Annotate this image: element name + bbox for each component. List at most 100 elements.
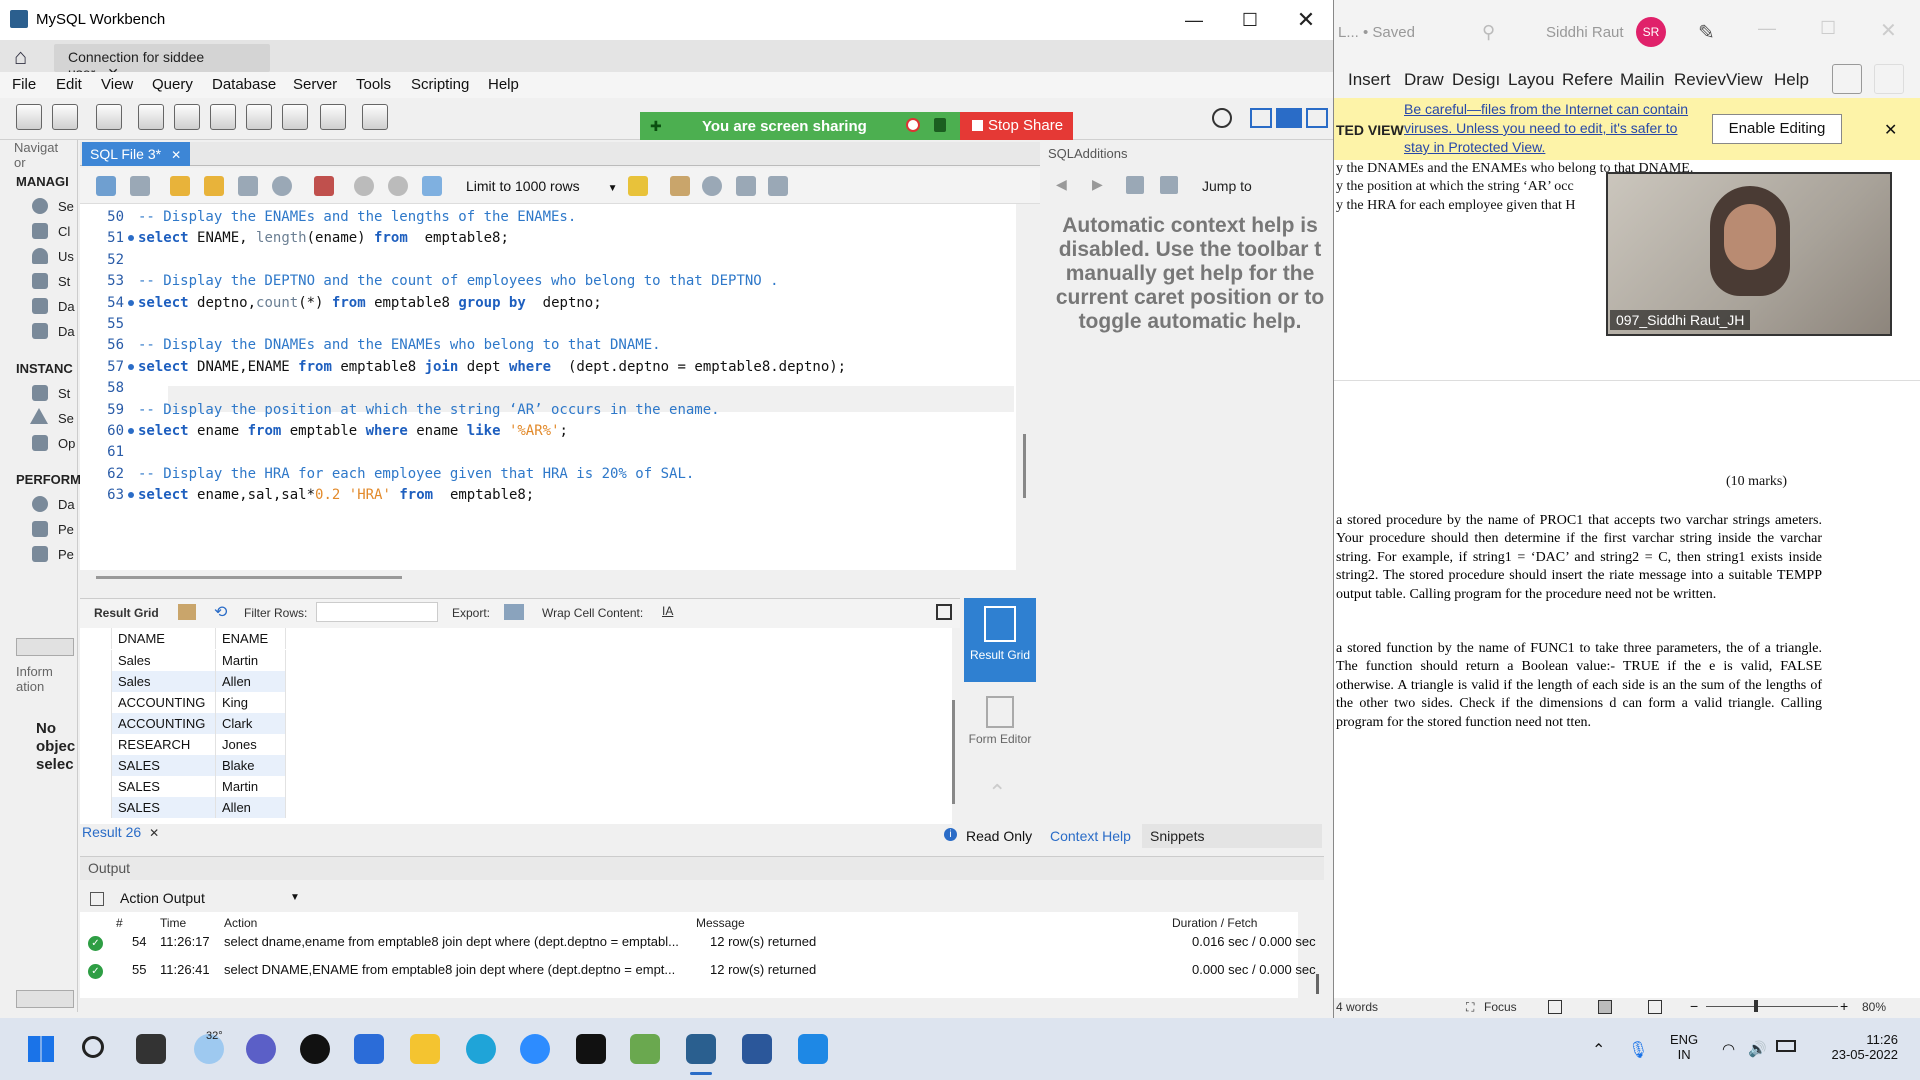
- nav-performance-schema[interactable]: Pe: [58, 547, 74, 562]
- connection-tab[interactable]: Connection for siddee user✕: [54, 44, 270, 81]
- menu-query[interactable]: Query: [152, 76, 193, 93]
- store-icon[interactable]: [354, 1034, 384, 1064]
- close-banner-icon[interactable]: ✕: [1884, 120, 1897, 140]
- grid-row-marker[interactable]: [82, 755, 112, 776]
- nav-performance-reports[interactable]: Pe: [58, 522, 74, 537]
- share-pin-icon[interactable]: ✚: [650, 118, 662, 135]
- inspector-icon[interactable]: [96, 104, 122, 130]
- grid-cell-ename[interactable]: King: [216, 692, 286, 713]
- commit-icon[interactable]: [354, 176, 374, 196]
- close-icon[interactable]: ✕: [1278, 2, 1333, 38]
- grid-row-marker[interactable]: [82, 776, 112, 797]
- zoom-level[interactable]: 80%: [1862, 1000, 1886, 1014]
- grid-cell-dname[interactable]: SALES: [112, 797, 216, 818]
- nav-server-status[interactable]: Se: [58, 199, 74, 214]
- explain-icon[interactable]: [238, 176, 258, 196]
- mic-icon[interactable]: 🎙: [1628, 1040, 1648, 1060]
- bookmark-icon[interactable]: [628, 176, 648, 196]
- web-layout-icon[interactable]: [1648, 1000, 1662, 1014]
- grid-icon[interactable]: [178, 604, 196, 620]
- auto-help-icon[interactable]: [1160, 176, 1178, 194]
- zoom-icon[interactable]: [520, 1034, 550, 1064]
- find-icon[interactable]: [702, 176, 722, 196]
- notepad-plus-icon[interactable]: [630, 1034, 660, 1064]
- export-icon[interactable]: [504, 604, 524, 620]
- ribbon-help[interactable]: Help: [1774, 70, 1809, 90]
- result-grid-cells[interactable]: DNAME ENAME Sales Martin Sales Allen ACCOUNTIN…: [82, 628, 286, 824]
- toggle-navigator-icon[interactable]: [1250, 108, 1272, 128]
- execute-current-icon[interactable]: [204, 176, 224, 196]
- execute-icon[interactable]: [170, 176, 190, 196]
- snippets-tab[interactable]: Snippets: [1142, 824, 1322, 848]
- create-schema-icon[interactable]: [138, 104, 164, 130]
- create-procedure-icon[interactable]: [246, 104, 272, 130]
- toggle-error-icon[interactable]: [314, 176, 334, 196]
- print-layout-icon[interactable]: [1598, 1000, 1612, 1014]
- limit-rows-select[interactable]: Limit to 1000 rows ▼: [466, 178, 618, 194]
- save-icon[interactable]: [130, 176, 150, 196]
- grid-row-marker[interactable]: [82, 671, 112, 692]
- language-indicator[interactable]: ENG IN: [1670, 1032, 1698, 1062]
- home-icon[interactable]: ⌂: [14, 44, 27, 70]
- avatar[interactable]: SR: [1636, 17, 1666, 47]
- ribbon-design[interactable]: Desigı: [1452, 70, 1500, 90]
- file-explorer-icon[interactable]: [410, 1034, 440, 1064]
- grid-cell-ename[interactable]: Martin: [216, 776, 286, 797]
- ribbon-mailings[interactable]: Mailin: [1620, 70, 1664, 90]
- action-output-select[interactable]: Action Output ▼: [110, 890, 300, 910]
- scroll-arrows-icon[interactable]: ⌃: [988, 780, 1006, 806]
- manual-help-icon[interactable]: [1126, 176, 1144, 194]
- read-mode-icon[interactable]: [1548, 1000, 1562, 1014]
- nav-status-variables[interactable]: St: [58, 274, 70, 289]
- ribbon-review[interactable]: Reviev: [1674, 70, 1726, 90]
- share-icon[interactable]: [1874, 64, 1904, 94]
- word-count[interactable]: 4 words: [1336, 1000, 1378, 1014]
- grid-row-marker[interactable]: [82, 797, 112, 818]
- menu-view[interactable]: View: [101, 76, 133, 93]
- editor-hscrollbar[interactable]: [96, 576, 402, 579]
- open-sql-script-icon[interactable]: [52, 104, 78, 130]
- forward-icon[interactable]: ▶: [1092, 176, 1103, 193]
- menu-help[interactable]: Help: [488, 76, 519, 93]
- clock[interactable]: 11:26 23-05-2022: [1818, 1032, 1899, 1062]
- grid-cell-dname[interactable]: RESEARCH: [112, 734, 216, 755]
- pen-icon[interactable]: ✎: [1698, 20, 1715, 45]
- ribbon-draw[interactable]: Draw: [1404, 70, 1444, 90]
- zoom-in-icon[interactable]: +: [1840, 998, 1848, 1014]
- grid-cell-dname[interactable]: Sales: [112, 650, 216, 671]
- create-function-icon[interactable]: [282, 104, 308, 130]
- search-table-icon[interactable]: [320, 104, 346, 130]
- create-view-icon[interactable]: [210, 104, 236, 130]
- chevron-up-icon[interactable]: ⌃: [1592, 1040, 1605, 1060]
- zoom-slider[interactable]: [1706, 1006, 1838, 1007]
- close-sql-tab-icon[interactable]: ✕: [171, 148, 181, 162]
- toggle-sidebar-icon[interactable]: [1306, 108, 1328, 128]
- dell-icon[interactable]: [300, 1034, 330, 1064]
- word-close-icon[interactable]: ✕: [1880, 18, 1897, 43]
- menu-file[interactable]: File: [12, 76, 36, 93]
- grid-cell-ename[interactable]: Jones: [216, 734, 286, 755]
- grid-cell-ename[interactable]: Allen: [216, 671, 286, 692]
- grid-row-marker[interactable]: [82, 734, 112, 755]
- word-minimize-icon[interactable]: —: [1758, 18, 1776, 39]
- settings-icon[interactable]: [1212, 108, 1232, 128]
- navigator-tab-switch[interactable]: [16, 638, 74, 656]
- grid-cell-ename[interactable]: Martin: [216, 650, 286, 671]
- open-file-icon[interactable]: [96, 176, 116, 196]
- grid-row-marker[interactable]: [82, 650, 112, 671]
- menu-tools[interactable]: Tools: [356, 76, 391, 93]
- grid-cell-ename[interactable]: Allen: [216, 797, 286, 818]
- panel-layout-icon[interactable]: [936, 604, 952, 620]
- refresh-icon[interactable]: ⟲: [214, 602, 227, 622]
- grid-cell-dname[interactable]: SALES: [112, 776, 216, 797]
- terminal-icon[interactable]: [576, 1034, 606, 1064]
- grid-cell-dname[interactable]: ACCOUNTING: [112, 692, 216, 713]
- create-table-icon[interactable]: [174, 104, 200, 130]
- editor-scrollbar[interactable]: [1023, 434, 1026, 498]
- word-doc-title[interactable]: L... • Saved: [1338, 24, 1415, 41]
- close-result-icon[interactable]: ✕: [149, 826, 159, 840]
- autocommit-icon[interactable]: [422, 176, 442, 196]
- nav-dashboard[interactable]: Da: [58, 497, 75, 512]
- grid-cell-dname[interactable]: ACCOUNTING: [112, 713, 216, 734]
- grid-cell-dname[interactable]: SALES: [112, 755, 216, 776]
